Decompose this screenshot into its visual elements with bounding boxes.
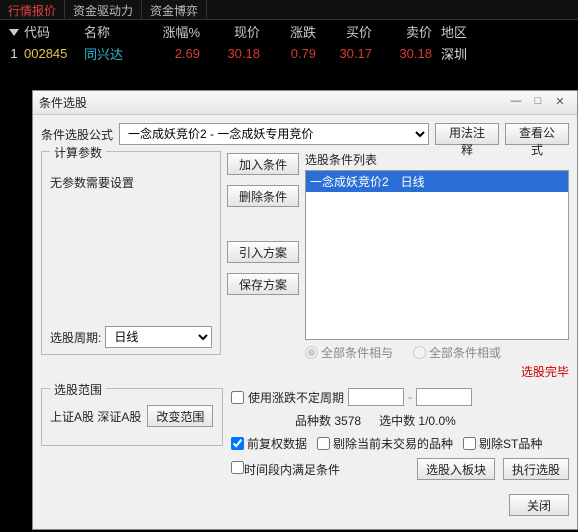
chk-excl-notrade-input[interactable]: [317, 437, 330, 450]
dialog-titlebar[interactable]: 条件选股 — □ ✕: [33, 91, 577, 115]
th-code[interactable]: 代码: [24, 22, 84, 41]
cell-name: 同兴达: [84, 44, 140, 63]
hit-label: 选中数: [379, 414, 415, 428]
close-button[interactable]: 关闭: [509, 494, 569, 516]
chk-excl-st-input[interactable]: [463, 437, 476, 450]
cell-code: 002845: [24, 46, 84, 61]
th-diff[interactable]: 涨跌: [260, 22, 316, 41]
tab-quote[interactable]: 行情报价: [0, 0, 65, 19]
chk-excl-notrade[interactable]: 剔除当前未交易的品种: [317, 435, 453, 452]
params-legend: 计算参数: [50, 144, 106, 161]
th-price[interactable]: 现价: [200, 22, 260, 41]
tab-capital-drive[interactable]: 资金驱动力: [65, 0, 142, 19]
maximize-icon[interactable]: □: [527, 95, 549, 111]
condition-list[interactable]: 一念成妖竞价2 日线: [305, 170, 569, 340]
import-plan-button[interactable]: 引入方案: [227, 241, 299, 263]
status-text: 选股完毕: [305, 363, 569, 380]
chk-use-period-label: 使用涨跌不定周期: [248, 389, 344, 406]
save-plan-button[interactable]: 保存方案: [227, 273, 299, 295]
th-ask[interactable]: 卖价: [372, 22, 432, 41]
dialog-title: 条件选股: [39, 94, 87, 111]
chk-excl-st[interactable]: 剔除ST品种: [463, 435, 542, 452]
pick-block-button[interactable]: 选股入板块: [417, 458, 495, 480]
change-scope-button[interactable]: 改变范围: [147, 405, 213, 427]
tab-capital-game[interactable]: 资金博弈: [142, 0, 207, 19]
formula-select[interactable]: 一念成妖竞价2 - 一念成妖专用竞价: [119, 123, 429, 145]
params-fieldset: 计算参数 无参数需要设置 选股周期: 日线: [41, 151, 221, 355]
view-formula-button[interactable]: 查看公式: [505, 123, 569, 145]
chk-timerange-input[interactable]: [231, 461, 244, 474]
count-label: 品种数: [295, 414, 331, 428]
table-row[interactable]: 1 002845 同兴达 2.69 30.18 0.79 30.17 30.18…: [0, 42, 578, 64]
th-bid[interactable]: 买价: [316, 22, 372, 41]
table-header: 代码 名称 涨幅% 现价 涨跌 买价 卖价 地区: [0, 20, 578, 42]
cond-list-label: 选股条件列表: [305, 151, 569, 168]
dialog-condition-stock: 条件选股 — □ ✕ 条件选股公式 一念成妖竞价2 - 一念成妖专用竞价 用法注…: [32, 90, 578, 530]
period-label: 选股周期:: [50, 329, 101, 346]
formula-label: 条件选股公式: [41, 126, 113, 143]
scope-legend: 选股范围: [50, 381, 106, 398]
exec-select-button[interactable]: 执行选股: [503, 458, 569, 480]
count-value: 3578: [334, 414, 361, 428]
radio-and[interactable]: 全部条件相与: [305, 344, 393, 361]
th-chgpct[interactable]: 涨幅%: [140, 22, 200, 41]
cell-bid: 30.17: [316, 46, 372, 61]
add-condition-button[interactable]: 加入条件: [227, 153, 299, 175]
th-area[interactable]: 地区: [432, 22, 476, 41]
chk-timerange[interactable]: 时间段内满足条件: [231, 461, 340, 478]
cell-chgpct: 2.69: [140, 46, 200, 61]
hit-value: 1/0.0%: [418, 414, 455, 428]
th-name[interactable]: 名称: [84, 22, 140, 41]
radio-and-input[interactable]: [305, 346, 318, 359]
cell-area: 深圳: [432, 44, 476, 63]
period-to-input: [416, 388, 472, 406]
scope-fieldset: 选股范围 上证A股 深证A股 改变范围: [41, 388, 223, 446]
del-condition-button[interactable]: 删除条件: [227, 185, 299, 207]
minimize-icon[interactable]: —: [505, 95, 527, 111]
chk-use-period[interactable]: [231, 391, 244, 404]
chk-fq-input[interactable]: [231, 437, 244, 450]
cell-ask: 30.18: [372, 46, 432, 61]
condition-item[interactable]: 一念成妖竞价2 日线: [306, 171, 568, 192]
period-from-input: [348, 388, 404, 406]
cell-diff: 0.79: [260, 46, 316, 61]
scope-text: 上证A股 深证A股: [50, 408, 141, 425]
chk-fq[interactable]: 前复权数据: [231, 435, 307, 452]
radio-or[interactable]: 全部条件相或: [413, 344, 501, 361]
close-icon[interactable]: ✕: [549, 95, 571, 111]
radio-or-input[interactable]: [413, 346, 426, 359]
cell-idx: 1: [4, 46, 24, 61]
sort-icon: [9, 29, 19, 36]
cell-price: 30.18: [200, 46, 260, 61]
period-select[interactable]: 日线: [105, 326, 212, 348]
no-params-text: 无参数需要设置: [50, 174, 212, 191]
usage-button[interactable]: 用法注释: [435, 123, 499, 145]
